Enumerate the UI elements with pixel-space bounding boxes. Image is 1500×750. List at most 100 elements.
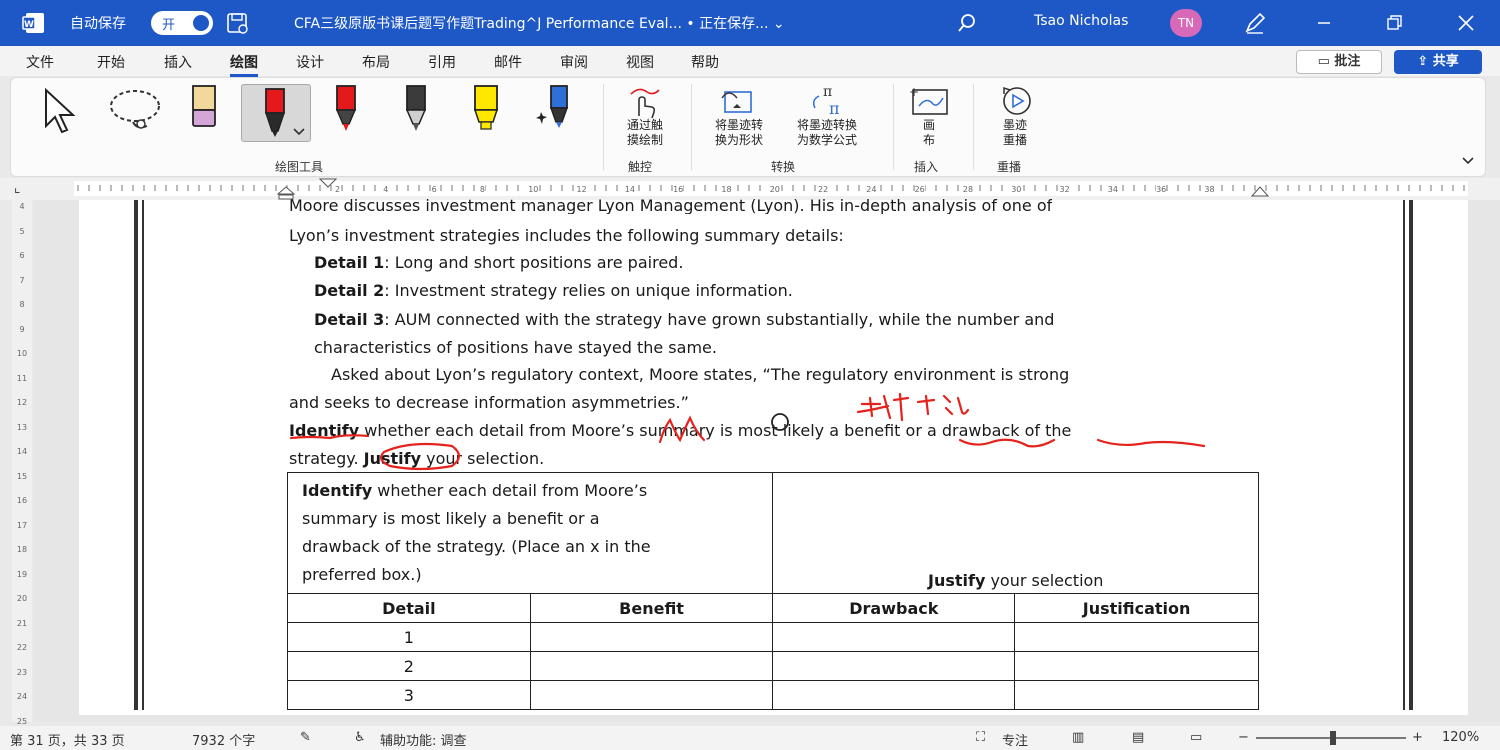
detail-1[interactable]: Detail 1: Long and short positions are p… — [314, 253, 683, 272]
vertical-ruler-label: 13 — [16, 422, 28, 432]
doc-paragraph-line[interactable]: Asked about Lyon’s regulatory context, M… — [331, 365, 1069, 384]
table-cell[interactable] — [1014, 680, 1259, 710]
table-instruction-cell[interactable]: Identify whether each detail from Moore’… — [286, 472, 774, 594]
ruler-label: 24 — [866, 185, 877, 194]
print-layout-icon[interactable]: ▤ — [1132, 730, 1144, 745]
tab-draw[interactable]: 绘图 — [230, 52, 258, 77]
chevron-down-icon[interactable] — [292, 127, 306, 137]
save-icon[interactable] — [226, 12, 250, 34]
tab-stop-icon[interactable]: ⌞ — [14, 180, 21, 196]
convert-group-label: 转换 — [771, 160, 796, 174]
detail-3-continued[interactable]: characteristics of positions have stayed… — [314, 338, 717, 357]
ruler-label: 32 — [1059, 185, 1070, 194]
ribbon-collapse-icon[interactable] — [1461, 156, 1475, 166]
vertical-ruler-label: 24 — [16, 692, 28, 701]
question-line[interactable]: Identify whether each detail from Moore’… — [289, 421, 1071, 440]
separator — [603, 84, 604, 170]
table-cell[interactable] — [772, 622, 1016, 652]
table-header-drawback[interactable]: Drawback — [772, 593, 1016, 623]
ink-to-math-label[interactable]: 将墨迹转换 为数学公式 — [781, 118, 873, 148]
table-header-justification[interactable]: Justification — [1014, 593, 1259, 623]
autosave-toggle[interactable]: 开 — [151, 11, 213, 35]
vertical-ruler-label: 9 — [19, 324, 25, 334]
doc-paragraph-line[interactable]: and seeks to decrease information asymme… — [289, 393, 689, 412]
tab-insert[interactable]: 插入 — [164, 52, 192, 72]
close-icon[interactable] — [1453, 10, 1479, 36]
canvas-label[interactable]: 画布 — [911, 118, 947, 148]
ink-replay-label[interactable]: 墨迹 重播 — [991, 118, 1039, 148]
select-cursor-icon[interactable] — [41, 86, 85, 136]
doc-paragraph-line[interactable]: Moore discusses investment manager Lyon … — [289, 196, 1052, 214]
zoom-in-icon[interactable]: + — [1412, 730, 1423, 745]
share-button[interactable]: ⇪ 共享 — [1394, 50, 1482, 74]
table-cell[interactable] — [1014, 651, 1259, 681]
page-count[interactable]: 第 31 页，共 33 页 — [10, 730, 125, 749]
first-line-indent-icon[interactable] — [318, 178, 338, 188]
table-cell[interactable] — [529, 622, 774, 652]
tab-home[interactable]: 开始 — [97, 52, 125, 72]
table-cell[interactable] — [772, 680, 1016, 710]
web-layout-icon[interactable]: ▭ — [1190, 730, 1202, 745]
table-cell[interactable] — [772, 651, 1016, 681]
tab-design[interactable]: 设计 — [296, 52, 324, 72]
tab-file[interactable]: 文件 — [26, 52, 54, 72]
ruler-label: 26 — [914, 185, 925, 194]
tab-mailings[interactable]: 邮件 — [494, 52, 522, 72]
table-cell[interactable]: 1 — [287, 622, 531, 652]
table-justify-cell[interactable]: Justify your selection — [772, 472, 1259, 594]
table-header-detail[interactable]: Detail — [287, 593, 531, 623]
detail-3[interactable]: Detail 3: AUM connected with the strateg… — [314, 310, 1054, 329]
table-cell[interactable]: 3 — [287, 680, 531, 710]
table-cell[interactable] — [529, 651, 774, 681]
tab-view[interactable]: 视图 — [626, 52, 654, 72]
vertical-ruler-label: 15 — [16, 471, 28, 481]
highlighter-icon[interactable] — [469, 84, 503, 136]
red-pencil-icon[interactable] — [329, 84, 363, 136]
ink-to-shape-icon[interactable] — [719, 84, 759, 118]
lasso-select-icon[interactable] — [107, 86, 173, 136]
proofing-icon[interactable]: ✎ — [300, 730, 311, 745]
detail-2[interactable]: Detail 2: Investment strategy relies on … — [314, 281, 793, 300]
zoom-level[interactable]: 120% — [1442, 730, 1479, 745]
zoom-slider-thumb[interactable] — [1330, 731, 1336, 745]
zoom-out-icon[interactable]: − — [1238, 730, 1249, 745]
eraser-icon[interactable] — [187, 84, 221, 130]
table-cell[interactable] — [1014, 622, 1259, 652]
search-icon[interactable] — [956, 12, 978, 34]
document-title[interactable]: CFA三级原版书课后题写作题Trading^J Performance Eval… — [294, 13, 785, 33]
question-line[interactable]: strategy. Justify your selection. — [289, 449, 544, 468]
table-cell[interactable]: 2 — [287, 651, 531, 681]
canvas-icon[interactable]: + — [907, 84, 951, 118]
tab-help[interactable]: 帮助 — [691, 52, 719, 72]
comments-button[interactable]: ▭ 批注 — [1296, 50, 1382, 74]
touch-draw-label[interactable]: 通过触 摸绘制 — [615, 118, 675, 148]
table-header-benefit[interactable]: Benefit — [529, 593, 774, 623]
answer-table: Identify whether each detail from Moore’… — [286, 472, 1259, 710]
pen-icon[interactable] — [1243, 11, 1267, 35]
pen-red-tool[interactable] — [241, 84, 311, 142]
gray-pencil-icon[interactable] — [399, 84, 433, 136]
action-pen-icon[interactable] — [535, 84, 575, 136]
right-indent-marker-icon[interactable] — [1250, 186, 1270, 198]
tab-references[interactable]: 引用 — [428, 52, 456, 72]
vertical-ruler[interactable]: 4 5 6 7 8 9 10 11 12 13 14 15 16 17 18 19 20 21 22 23 24 25 — [12, 200, 32, 726]
minimize-icon[interactable] — [1311, 10, 1337, 36]
ruler-label: 34 — [1107, 185, 1118, 194]
vertical-ruler-label: 10 — [16, 349, 28, 358]
touch-draw-icon[interactable] — [625, 86, 661, 120]
word-count[interactable]: 7932 个字 — [192, 730, 255, 749]
ink-to-shape-label[interactable]: 将墨迹转 换为形状 — [701, 118, 777, 148]
focus-mode[interactable]: 专注 — [1002, 730, 1028, 749]
read-mode-icon[interactable]: ▥ — [1072, 730, 1084, 745]
accessibility-status[interactable]: 辅助功能: 调查 — [380, 730, 467, 749]
avatar[interactable]: TN — [1170, 9, 1202, 37]
doc-paragraph-line[interactable]: Lyon’s investment strategies includes th… — [289, 226, 844, 245]
ink-replay-icon[interactable] — [993, 84, 1037, 118]
ink-to-math-icon[interactable]: ππ — [807, 82, 853, 118]
restore-icon[interactable] — [1381, 10, 1407, 36]
ruler-label: 6 — [431, 185, 437, 194]
user-name[interactable]: Tsao Nicholas — [1034, 13, 1128, 29]
tab-layout[interactable]: 布局 — [362, 52, 390, 72]
table-cell[interactable] — [529, 680, 774, 710]
tab-review[interactable]: 审阅 — [560, 52, 588, 72]
